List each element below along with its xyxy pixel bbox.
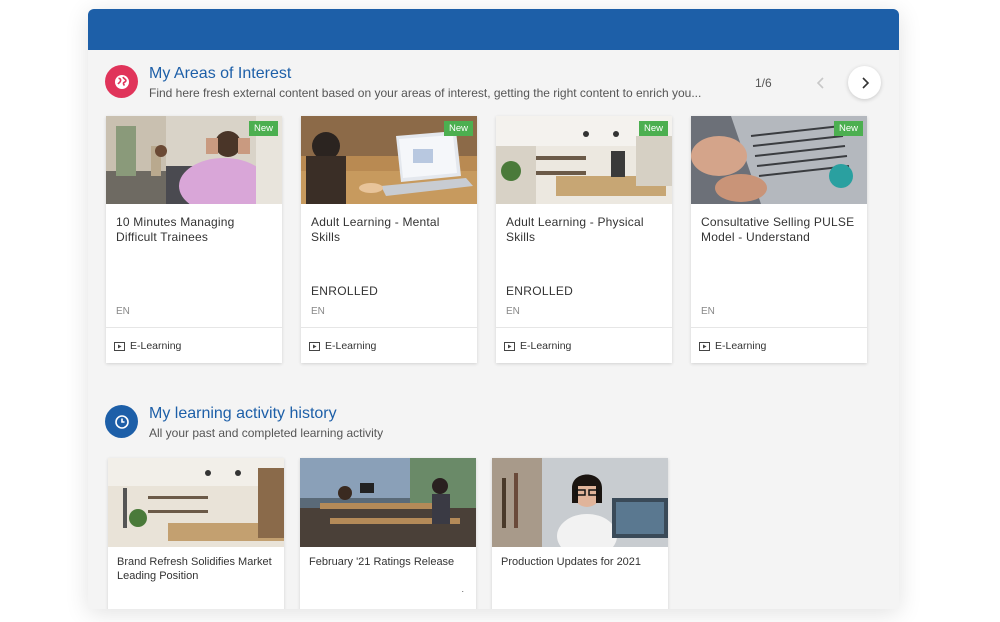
course-card[interactable]: New 10 Minutes Managing Difficult Traine… bbox=[106, 116, 282, 363]
history-title[interactable]: Production Updates for 2021 bbox=[501, 555, 661, 569]
section-title: My learning activity history bbox=[149, 405, 337, 422]
video-icon bbox=[699, 341, 710, 351]
content-type: E-Learning bbox=[309, 340, 376, 352]
section-subtitle: Find here fresh external content based o… bbox=[149, 86, 702, 100]
course-thumbnail: New bbox=[496, 116, 672, 204]
new-badge: New bbox=[833, 121, 863, 136]
course-title[interactable]: 10 Minutes Managing Difficult Trainees bbox=[116, 215, 274, 245]
divider bbox=[301, 327, 477, 328]
video-icon bbox=[504, 341, 515, 351]
pager-indicator: 1/6 bbox=[755, 76, 772, 90]
section-subtitle: All your past and completed learning act… bbox=[149, 426, 384, 440]
content-type: E-Learning bbox=[114, 340, 181, 352]
video-icon bbox=[114, 341, 125, 351]
next-button[interactable] bbox=[848, 66, 881, 99]
history-title[interactable]: February '21 Ratings Release bbox=[309, 555, 469, 569]
course-title[interactable]: Consultative Selling PULSE Model - Under… bbox=[701, 215, 859, 245]
content-type: E-Learning bbox=[504, 340, 571, 352]
content-type-label: E-Learning bbox=[130, 340, 182, 352]
dot-mark: . bbox=[461, 584, 464, 594]
history-thumbnail bbox=[492, 458, 668, 547]
course-thumbnail: New bbox=[691, 116, 867, 204]
course-card[interactable]: New Adult Learning - Mental Skills ENROL… bbox=[301, 116, 477, 363]
learning-panel: My Areas of Interest Find here fresh ext… bbox=[88, 9, 899, 609]
history-thumbnail bbox=[300, 458, 476, 547]
clock-icon bbox=[105, 405, 138, 438]
content-type-label: E-Learning bbox=[715, 340, 767, 352]
course-card[interactable]: New Consultative Selling PULSE Model - U… bbox=[691, 116, 867, 363]
new-badge: New bbox=[443, 121, 473, 136]
course-thumbnail: New bbox=[301, 116, 477, 204]
language-label: EN bbox=[116, 306, 130, 317]
globe-icon bbox=[105, 65, 138, 98]
content-type-label: E-Learning bbox=[325, 340, 377, 352]
history-title[interactable]: Brand Refresh Solidifies Market Leading … bbox=[117, 555, 277, 583]
top-bar bbox=[88, 9, 899, 50]
course-title[interactable]: Adult Learning - Mental Skills bbox=[311, 215, 469, 245]
divider bbox=[106, 327, 282, 328]
divider bbox=[496, 327, 672, 328]
divider bbox=[691, 327, 867, 328]
section-title: My Areas of Interest bbox=[149, 65, 292, 82]
language-label: EN bbox=[701, 306, 715, 317]
previous-button[interactable] bbox=[804, 66, 837, 99]
content-type-label: E-Learning bbox=[520, 340, 572, 352]
video-icon bbox=[309, 341, 320, 351]
chevron-right-icon bbox=[861, 76, 869, 89]
course-title[interactable]: Adult Learning - Physical Skills bbox=[506, 215, 664, 245]
history-card[interactable]: February '21 Ratings Release . bbox=[300, 458, 476, 609]
content-type: E-Learning bbox=[699, 340, 766, 352]
history-card[interactable]: Production Updates for 2021 bbox=[492, 458, 668, 609]
new-badge: New bbox=[248, 121, 278, 136]
learning-history-header: My learning activity history All your pa… bbox=[105, 405, 383, 441]
enrollment-status: ENROLLED bbox=[311, 284, 379, 298]
course-card[interactable]: New Adult Learning - Physical Skills ENR… bbox=[496, 116, 672, 363]
areas-of-interest-header: My Areas of Interest Find here fresh ext… bbox=[105, 65, 701, 101]
chevron-left-icon bbox=[816, 76, 824, 89]
enrollment-status: ENROLLED bbox=[506, 284, 574, 298]
history-thumbnail bbox=[108, 458, 284, 547]
language-label: EN bbox=[506, 306, 520, 317]
language-label: EN bbox=[311, 306, 325, 317]
course-thumbnail: New bbox=[106, 116, 282, 204]
history-card[interactable]: Brand Refresh Solidifies Market Leading … bbox=[108, 458, 284, 609]
new-badge: New bbox=[638, 121, 668, 136]
